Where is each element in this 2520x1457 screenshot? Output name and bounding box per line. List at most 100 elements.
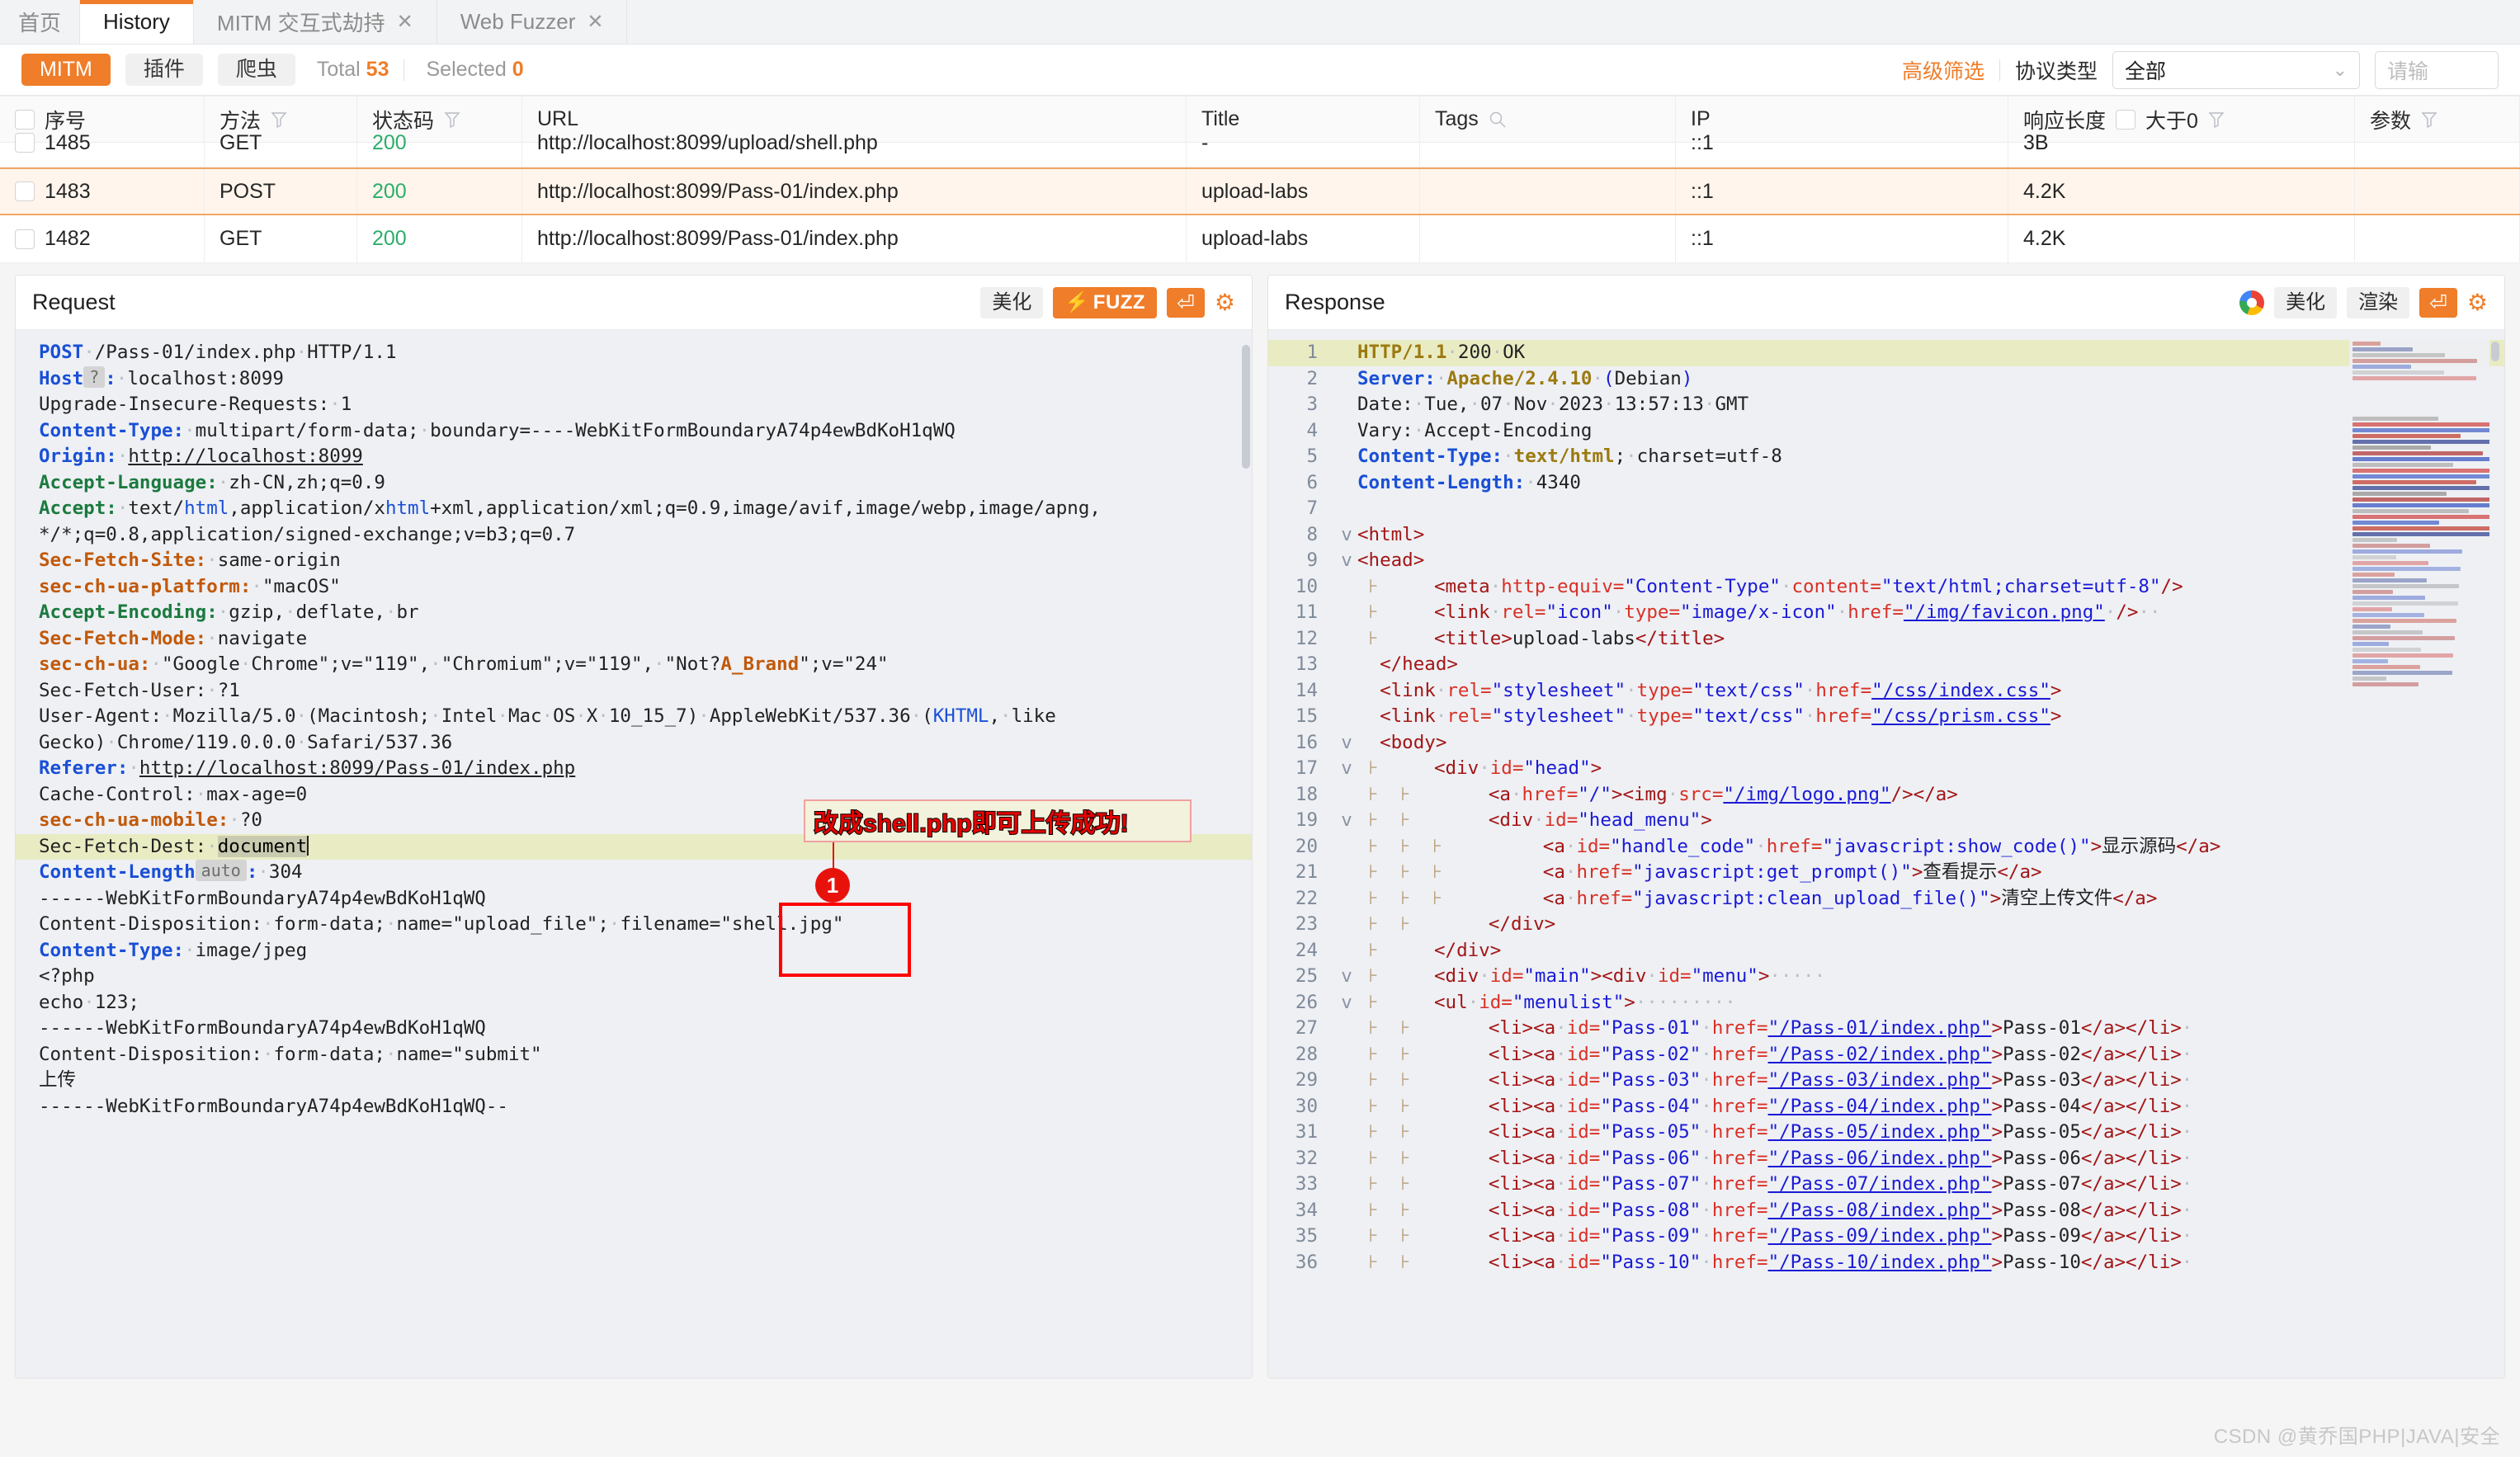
fold-toggle-icon[interactable] (1336, 860, 1357, 886)
fold-toggle-icon[interactable] (1336, 678, 1357, 705)
response-editor[interactable]: 1 HTTP/1.1·200·OK 2 Server:·Apache/2.4.10·(… (1268, 330, 2504, 1378)
fold-toggle-icon[interactable] (1336, 470, 1357, 497)
code-token: id= (1566, 1017, 1601, 1039)
code-token: type= (1636, 679, 1693, 701)
response-minimap[interactable] (2349, 340, 2489, 686)
indent-guide: ⊦ (1357, 991, 1390, 1013)
code-token: <?php (39, 965, 95, 987)
line-number: 30 (1295, 1095, 1318, 1117)
fold-toggle-icon[interactable] (1336, 340, 1357, 366)
response-panel-header: Response 美化 渲染 ⏎ ⚙ (1268, 276, 2504, 330)
table-row[interactable]: 1485 GET 200 http://localhost:8099/upload/s… (0, 119, 2520, 167)
code-token: · (1701, 1251, 1712, 1273)
window-tab-1[interactable]: History (80, 0, 194, 44)
fold-toggle-icon[interactable] (1336, 1198, 1357, 1224)
close-icon[interactable]: ✕ (397, 10, 413, 34)
fold-toggle-icon[interactable]: v (1336, 522, 1357, 549)
annotation-highlight-rect (779, 903, 911, 977)
fold-toggle-icon[interactable] (1336, 1146, 1357, 1172)
request-fuzz-button[interactable]: ⚡ FUZZ (1053, 286, 1158, 318)
code-line: 36 ⊦ ⊦ <li><a·id="Pass-10"·href="/Pass-1… (1268, 1250, 2504, 1276)
fold-toggle-icon[interactable] (1336, 1250, 1357, 1276)
fold-toggle-icon[interactable]: v (1336, 730, 1357, 757)
fold-toggle-icon[interactable] (1336, 782, 1357, 809)
row-checkbox[interactable] (15, 133, 35, 153)
code-token: ( (1603, 367, 1615, 389)
fold-toggle-icon[interactable]: v (1336, 808, 1357, 834)
fold-toggle-icon[interactable] (1336, 704, 1357, 730)
response-beautify-button[interactable]: 美化 (2274, 286, 2338, 318)
tab-mitm[interactable]: MITM (21, 54, 111, 86)
fold-toggle-icon[interactable] (1336, 1068, 1357, 1094)
code-token: ";v="24" (799, 653, 889, 675)
code-token: · (2181, 1069, 2193, 1091)
code-token: · (206, 835, 218, 857)
response-wrap-button[interactable]: ⏎ (2419, 287, 2457, 318)
request-vertical-scrollbar[interactable] (1242, 345, 1250, 469)
response-vertical-scrollbar[interactable] (2491, 342, 2499, 361)
chrome-icon[interactable] (2239, 290, 2265, 315)
code-token: Tue, (1424, 394, 1470, 415)
code-token: "/img/logo.png" (1723, 783, 1891, 805)
fold-toggle-icon[interactable] (1336, 444, 1357, 470)
fold-toggle-icon[interactable] (1336, 574, 1357, 601)
fold-toggle-icon[interactable] (1336, 392, 1357, 418)
table-row[interactable]: 1483 POST 200 http://localhost:8099/Pass-01… (0, 167, 2520, 215)
fold-toggle-icon[interactable] (1336, 834, 1357, 861)
request-editor[interactable]: POST·/Pass-01/index.php·HTTP/1.1 Host?:·l… (16, 330, 1252, 1378)
line-number: 3 (1306, 394, 1318, 415)
fold-toggle-icon[interactable] (1336, 912, 1357, 938)
fold-toggle-icon[interactable]: v (1336, 756, 1357, 782)
line-number: 29 (1295, 1069, 1318, 1091)
code-token: id= (1544, 809, 1579, 831)
code-token: Safari/537.36 (307, 731, 453, 753)
fold-toggle-icon[interactable]: v (1336, 548, 1357, 574)
fold-toggle-icon[interactable] (1336, 366, 1357, 393)
tab-plugin[interactable]: 插件 (125, 54, 203, 86)
fold-toggle-icon[interactable] (1336, 1224, 1357, 1250)
code-token: · (239, 653, 252, 675)
line-number: 21 (1295, 861, 1318, 883)
fold-toggle-icon[interactable] (1336, 600, 1357, 626)
code-token: sec-ch-ua: (39, 653, 151, 675)
minimap-line (2352, 370, 2444, 375)
gear-icon[interactable]: ⚙ (1215, 289, 1235, 316)
fold-toggle-icon[interactable] (1336, 496, 1357, 522)
fold-toggle-icon[interactable] (1336, 938, 1357, 964)
window-tab-3[interactable]: Web Fuzzer ✕ (437, 0, 628, 44)
protocol-type-select[interactable]: 全部 ⌄ (2112, 50, 2360, 89)
close-icon[interactable]: ✕ (587, 10, 603, 34)
code-token: "/Pass-02/index.php" (1767, 1043, 1992, 1065)
code-token: ?1 (217, 679, 240, 701)
code-token: "Pass-02" (1600, 1043, 1701, 1065)
code-line: 18 ⊦ ⊦ <a·href="/"><img·src="/img/logo.p… (1268, 782, 2504, 809)
code-token: · (1626, 705, 1637, 727)
fold-toggle-icon[interactable] (1336, 1016, 1357, 1042)
code-token: http://localhost:8099/Pass-01/index.php (139, 757, 576, 779)
keyword-search-input[interactable]: 请输 (2375, 50, 2499, 89)
gear-icon[interactable]: ⚙ (2467, 289, 2488, 316)
fold-toggle-icon[interactable] (1336, 1094, 1357, 1120)
fold-toggle-icon[interactable] (1336, 626, 1357, 653)
request-wrap-button[interactable]: ⏎ (1167, 287, 1205, 318)
fold-toggle-icon[interactable] (1336, 1120, 1357, 1146)
fold-toggle-icon[interactable] (1336, 652, 1357, 678)
tab-crawler[interactable]: 爬虫 (217, 54, 295, 86)
request-beautify-button[interactable]: 美化 (980, 286, 1044, 318)
window-tab-0[interactable]: 首页 (0, 0, 81, 44)
fold-toggle-icon[interactable] (1336, 1042, 1357, 1068)
code-token: · (1555, 1043, 1567, 1065)
fold-toggle-icon[interactable] (1336, 418, 1357, 445)
fold-toggle-icon[interactable]: v (1336, 990, 1357, 1016)
fold-toggle-icon[interactable] (1336, 886, 1357, 912)
row-checkbox[interactable] (15, 182, 35, 201)
code-content: <a·href="/"><img·src="/img/logo.png"/></… (1422, 782, 2504, 809)
response-render-button[interactable]: 渲染 (2347, 286, 2410, 318)
code-token: · (1804, 679, 1816, 701)
table-row[interactable]: 1482 GET 200 http://localhost:8099/Pass-01/… (0, 215, 2520, 263)
window-tab-2[interactable]: MITM 交互式劫持 ✕ (193, 0, 437, 44)
row-checkbox[interactable] (15, 229, 35, 249)
advanced-filter-link[interactable]: 高级筛选 (1902, 55, 1984, 85)
fold-toggle-icon[interactable]: v (1336, 964, 1357, 990)
fold-toggle-icon[interactable] (1336, 1172, 1357, 1198)
